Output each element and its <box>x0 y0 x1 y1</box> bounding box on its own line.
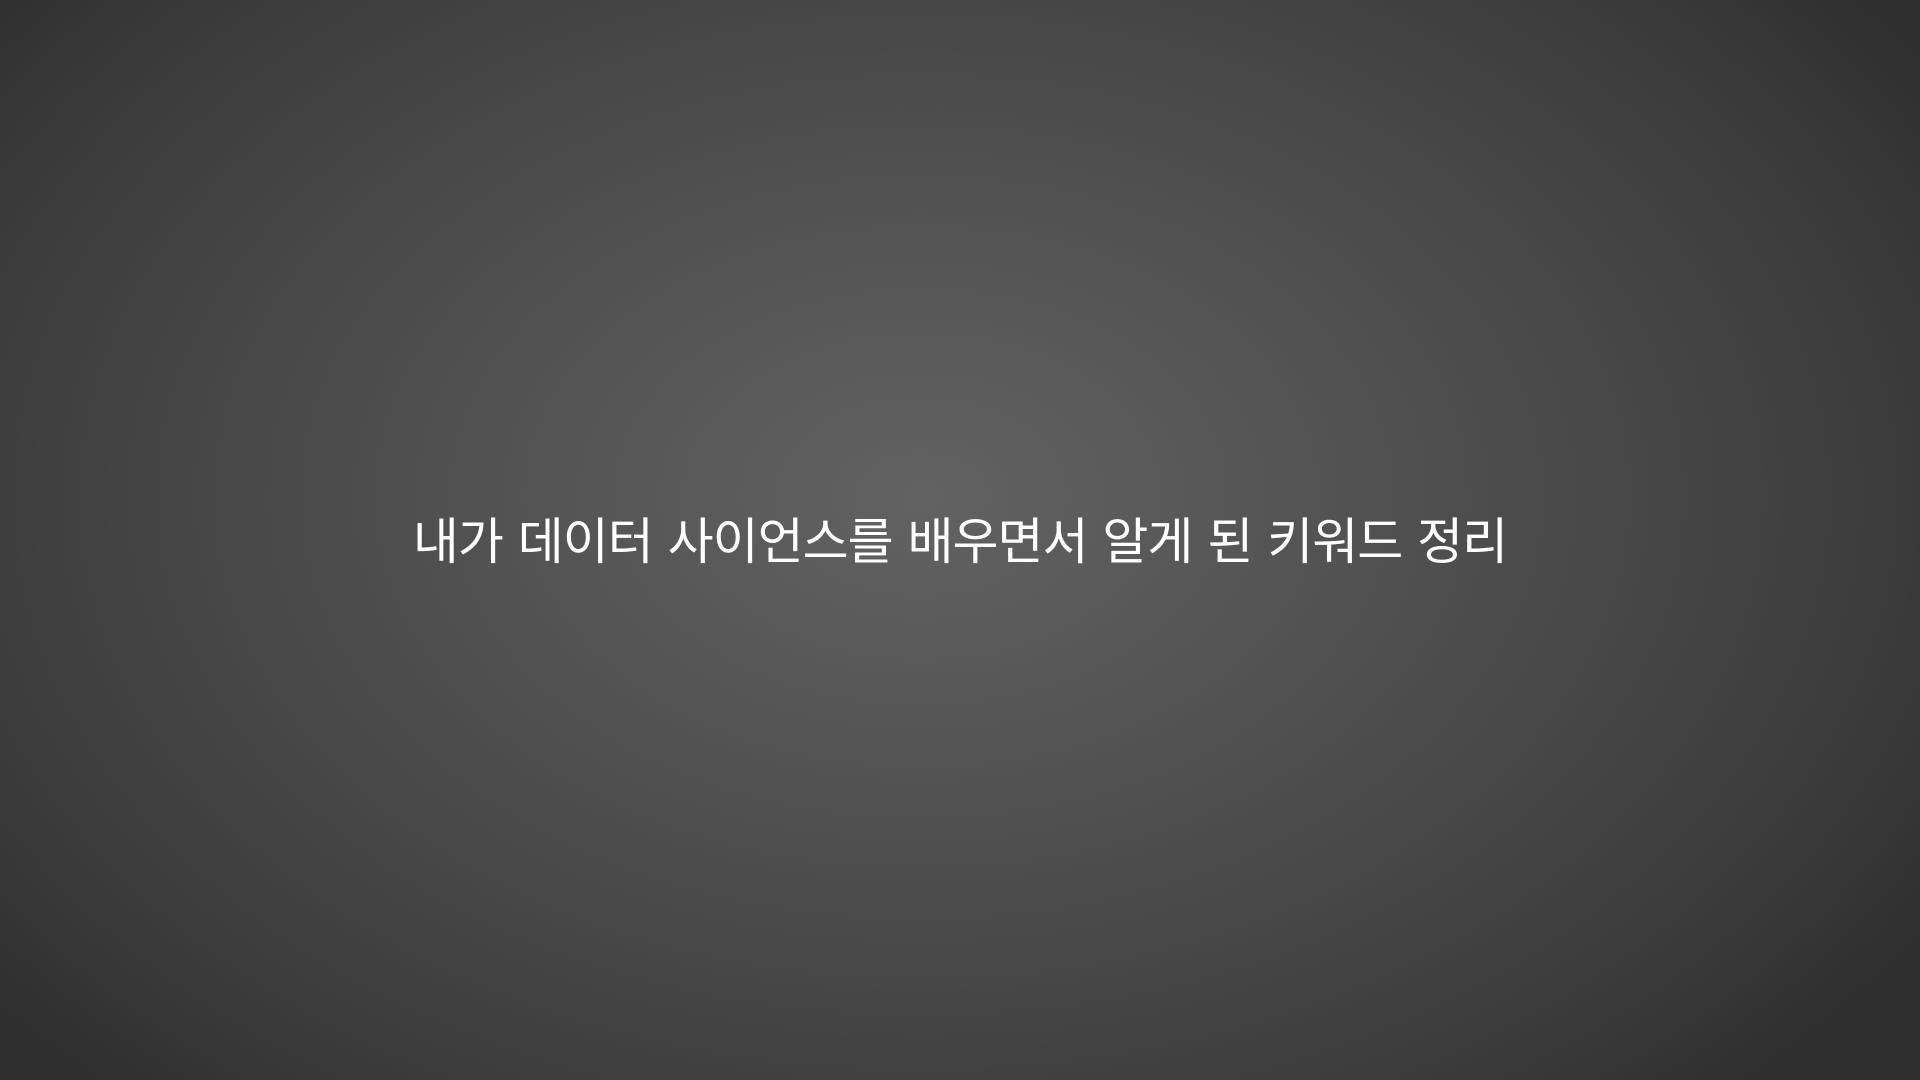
slide-title: 내가 데이터 사이언스를 배우면서 알게 된 키워드 정리 <box>412 513 1508 571</box>
title-slide: 내가 데이터 사이언스를 배우면서 알게 된 키워드 정리 <box>0 0 1920 1080</box>
